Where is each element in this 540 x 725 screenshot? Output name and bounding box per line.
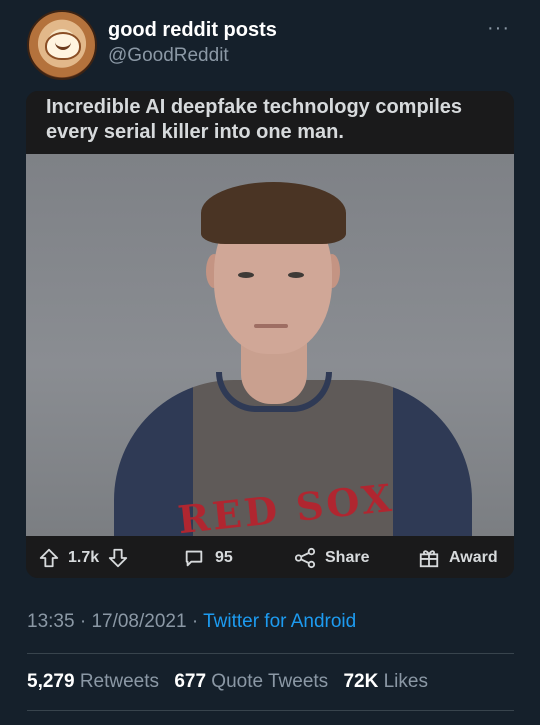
share-icon — [294, 547, 316, 569]
avatar[interactable] — [27, 10, 97, 80]
author-handle[interactable]: @GoodReddit — [108, 45, 229, 67]
more-options-icon[interactable]: ··· — [487, 18, 510, 38]
downvote-icon[interactable] — [107, 547, 129, 569]
quote-tweets-stat[interactable]: 677 Quote Tweets — [174, 671, 328, 692]
mouth — [254, 324, 288, 328]
likes-count: 72K — [343, 671, 379, 692]
share-label: Share — [325, 549, 370, 566]
comment-icon — [185, 550, 203, 567]
award-button[interactable]: Award — [417, 546, 498, 570]
retweets-stat[interactable]: 5,279 Retweets — [27, 671, 159, 692]
author-name[interactable]: good reddit posts — [108, 19, 277, 42]
mugshot-photo: RED SOX — [26, 154, 514, 536]
vote-count: 1.7k — [68, 549, 100, 566]
comments-button[interactable]: 95 — [183, 546, 233, 570]
post-title: Incredible AI deepfake technology compil… — [26, 91, 514, 154]
upvote-icon[interactable] — [38, 547, 60, 569]
eye-left — [238, 272, 254, 278]
likes-stat[interactable]: 72K Likes — [343, 671, 428, 692]
hair — [201, 182, 346, 244]
likes-label: Likes — [383, 671, 428, 692]
tweet-time[interactable]: 13:35 — [27, 611, 75, 632]
eye-right — [288, 272, 304, 278]
engagement-stats: 5,279 Retweets 677 Quote Tweets 72K Like… — [27, 671, 428, 693]
retweets-count: 5,279 — [27, 671, 75, 692]
vote-group: 1.7k — [38, 546, 129, 570]
divider — [27, 653, 514, 654]
gift-icon — [419, 550, 439, 568]
reddit-action-bar: 1.7k 95 Share Award — [26, 536, 514, 578]
quote-tweets-count: 677 — [174, 671, 207, 692]
meta-separator: · — [79, 611, 87, 632]
tweet-meta: 13:35 · 17/08/2021 · Twitter for Android — [27, 611, 356, 633]
retweets-label: Retweets — [79, 671, 160, 692]
tweet-date[interactable]: 17/08/2021 — [91, 611, 186, 632]
tweet-header: good reddit posts @GoodReddit ··· — [0, 0, 540, 90]
reddit-post-image[interactable]: Incredible AI deepfake technology compil… — [26, 91, 514, 578]
divider-bottom — [27, 710, 514, 711]
meta-separator-2: · — [191, 611, 199, 632]
comment-count: 95 — [215, 549, 233, 566]
award-label: Award — [449, 549, 498, 566]
client-app-link[interactable]: Twitter for Android — [203, 611, 356, 632]
quote-tweets-label: Quote Tweets — [211, 671, 329, 692]
share-button[interactable]: Share — [293, 546, 369, 570]
